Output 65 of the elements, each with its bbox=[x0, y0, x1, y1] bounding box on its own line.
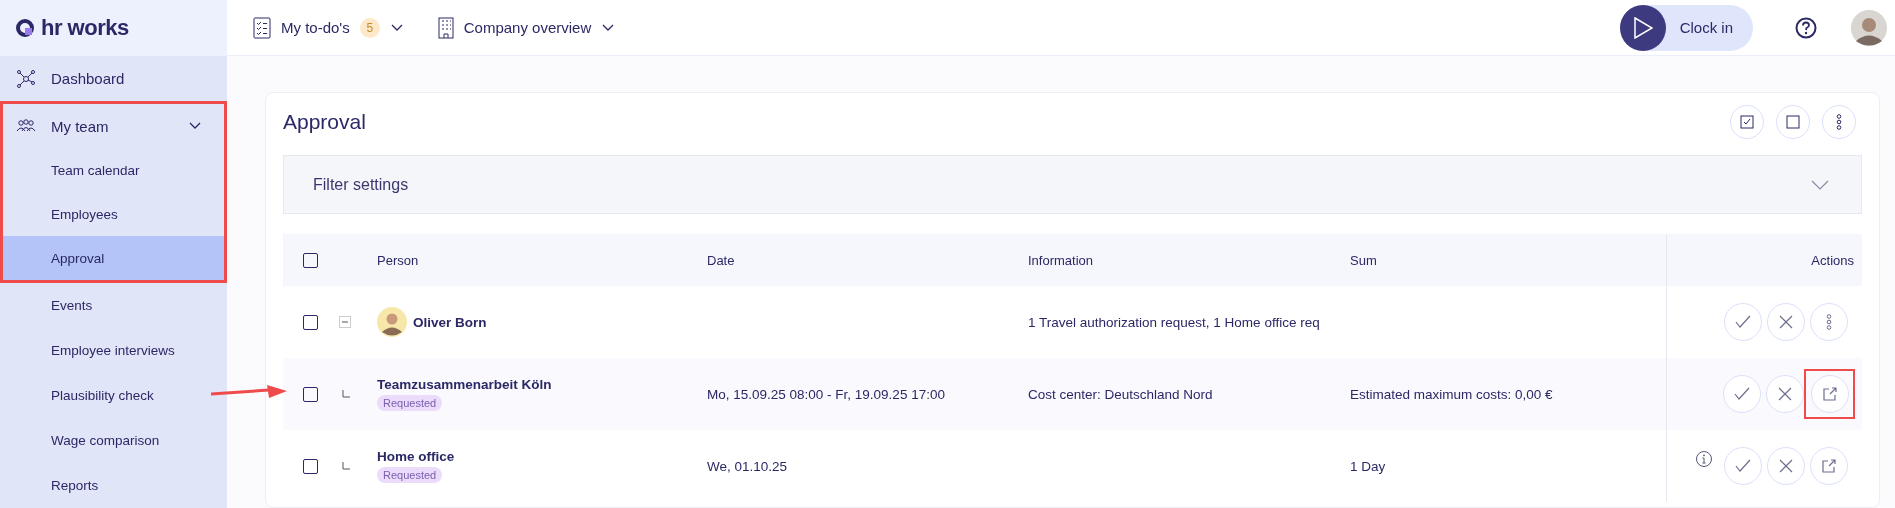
logo-icon bbox=[15, 18, 35, 38]
person-name[interactable]: Oliver Born bbox=[413, 314, 487, 330]
filter-bar[interactable]: Filter settings bbox=[283, 155, 1862, 214]
table-cell: 1 Travel authorization request, 1 Home office req bbox=[1028, 314, 1320, 330]
table-cell: Mo, 15.09.25 08:00 - Fr, 19.09.25 17:00 bbox=[707, 386, 945, 402]
more-icon bbox=[1836, 114, 1842, 130]
status-badge: Requested bbox=[377, 467, 443, 483]
more-icon bbox=[1826, 314, 1832, 330]
table-cell: 1 Day bbox=[1350, 458, 1386, 474]
sidebar-item[interactable]: Employees bbox=[3, 192, 224, 236]
network-icon bbox=[16, 68, 36, 89]
column-header: Sum bbox=[1350, 251, 1378, 270]
tree-branch-icon bbox=[342, 462, 350, 470]
sidebar-item[interactable]: Dashboard bbox=[0, 56, 227, 101]
avatar-icon bbox=[377, 307, 407, 337]
sidebar-item[interactable]: Reports bbox=[0, 463, 227, 508]
sidebar-item[interactable]: Plausibility check bbox=[0, 373, 227, 418]
more-button[interactable] bbox=[1810, 303, 1848, 341]
sidebar-item[interactable]: Wage comparison bbox=[0, 418, 227, 463]
request-title[interactable]: Teamzusammenarbeit Köln bbox=[377, 377, 552, 392]
logo-text: hr works bbox=[41, 15, 129, 41]
checkbox[interactable] bbox=[303, 252, 318, 268]
request-title[interactable]: Home office bbox=[377, 449, 455, 464]
building-icon bbox=[437, 16, 454, 39]
count-badge: 5 bbox=[359, 17, 380, 38]
reject-button[interactable] bbox=[1766, 375, 1804, 413]
check-square-icon bbox=[1738, 113, 1756, 131]
minus-icon bbox=[341, 318, 349, 326]
sidebar-item[interactable]: Team calendar bbox=[3, 148, 224, 192]
play-icon bbox=[1632, 16, 1653, 39]
approve-button[interactable] bbox=[1723, 375, 1761, 413]
checkbox[interactable] bbox=[303, 458, 318, 474]
checkbox[interactable] bbox=[303, 314, 318, 330]
table-cell: We, 01.10.25 bbox=[707, 458, 788, 474]
approve-button[interactable] bbox=[1724, 447, 1762, 485]
reject-button[interactable] bbox=[1767, 447, 1805, 485]
toolbar-button[interactable] bbox=[1776, 105, 1810, 139]
reject-button[interactable] bbox=[1767, 303, 1805, 341]
square-icon bbox=[1784, 113, 1802, 131]
sidebar-item[interactable]: Approval bbox=[3, 236, 224, 280]
todo-menu[interactable]: My to-do's 5 bbox=[253, 16, 404, 39]
sidebar-item[interactable]: Employee interviews bbox=[0, 328, 227, 373]
open-button[interactable] bbox=[1810, 447, 1848, 485]
table-cell: Cost center: Deutschland Nord bbox=[1028, 386, 1213, 402]
status-badge: Requested bbox=[377, 395, 443, 411]
help-icon bbox=[1795, 16, 1817, 39]
column-header: Actions bbox=[1666, 234, 1862, 286]
column-header: Person bbox=[377, 251, 420, 270]
checkbox[interactable] bbox=[303, 386, 318, 402]
toolbar-button[interactable] bbox=[1730, 105, 1764, 139]
table-cell: Estimated maximum costs: 0,00 € bbox=[1350, 386, 1553, 402]
sidebar-item[interactable]: My team bbox=[3, 104, 224, 148]
clock-in-button[interactable]: Clock in bbox=[1619, 4, 1753, 51]
open-button[interactable] bbox=[1811, 375, 1849, 413]
column-header: Information bbox=[1028, 251, 1095, 270]
page-title: Approval bbox=[283, 110, 366, 134]
column-header: Date bbox=[707, 251, 736, 270]
sidebar-item[interactable]: Events bbox=[0, 283, 227, 328]
tree-branch-icon bbox=[342, 390, 350, 398]
toolbar-button[interactable] bbox=[1822, 105, 1856, 139]
collapse-toggle[interactable] bbox=[339, 316, 351, 328]
checklist-icon bbox=[253, 16, 271, 39]
company-menu[interactable]: Company overview bbox=[437, 16, 616, 39]
approve-button[interactable] bbox=[1724, 303, 1762, 341]
avatar-icon bbox=[1851, 9, 1887, 46]
